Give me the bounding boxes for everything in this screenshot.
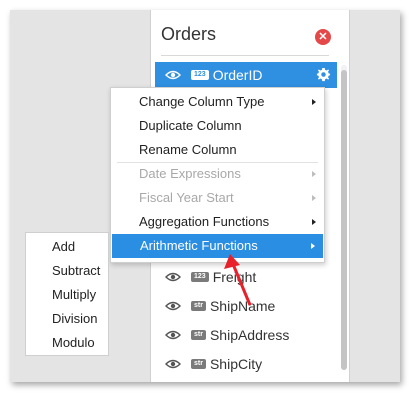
field-name: ShipAddress <box>209 327 290 343</box>
menu-item-label: Fiscal Year Start <box>139 190 234 205</box>
eye-icon[interactable] <box>165 70 181 80</box>
submenu-item-multiply[interactable]: Multiply <box>26 283 108 307</box>
menu-item-duplicate-column[interactable]: Duplicate Column <box>111 114 324 138</box>
chevron-right-icon <box>312 195 316 201</box>
menu-item-change-column-type[interactable]: Change Column Type <box>111 90 324 114</box>
submenu-item-add[interactable]: Add <box>26 235 108 259</box>
scrollbar-thumb[interactable] <box>341 70 347 370</box>
menu-item-arithmetic-functions[interactable]: Arithmetic Functions <box>112 234 323 258</box>
menu-item-label: Change Column Type <box>139 94 265 109</box>
chevron-right-icon <box>311 243 315 249</box>
field-row-orderid[interactable]: 123 OrderID <box>155 62 337 88</box>
menu-item-date-expressions: Date Expressions <box>111 162 324 186</box>
string-type-icon: str <box>191 330 206 340</box>
menu-item-label: Duplicate Column <box>139 118 242 133</box>
chevron-right-icon <box>312 219 316 225</box>
app-frame: Orders ✕ 123 OrderID 123 Freight str Shi… <box>10 10 400 382</box>
eye-icon[interactable] <box>165 272 181 282</box>
field-name: ShipCity <box>209 356 263 372</box>
field-row-shipcity[interactable]: str ShipCity <box>155 351 337 377</box>
menu-item-label: Aggregation Functions <box>139 214 270 229</box>
string-type-icon: str <box>191 301 206 311</box>
field-name: OrderID <box>212 67 263 83</box>
chevron-right-icon <box>312 99 316 105</box>
eye-icon[interactable] <box>165 330 181 340</box>
menu-item-rename-column[interactable]: Rename Column <box>111 138 324 162</box>
field-row-shipaddress[interactable]: str ShipAddress <box>155 322 337 348</box>
menu-item-fiscal-year-start: Fiscal Year Start <box>111 186 324 210</box>
numeric-type-icon: 123 <box>191 272 209 282</box>
submenu-item-division[interactable]: Division <box>26 307 108 331</box>
menu-item-label: Rename Column <box>139 142 237 157</box>
column-context-menu: Change Column Type Duplicate Column Rena… <box>110 87 325 263</box>
gear-icon[interactable] <box>316 67 331 82</box>
eye-icon[interactable] <box>165 301 181 311</box>
close-icon[interactable]: ✕ <box>315 29 331 45</box>
arithmetic-submenu: Add Subtract Multiply Division Modulo <box>25 232 109 356</box>
panel-title: Orders <box>161 24 217 44</box>
numeric-type-icon: 123 <box>191 70 209 80</box>
string-type-icon: str <box>191 359 206 369</box>
menu-item-label: Date Expressions <box>139 166 241 181</box>
eye-icon[interactable] <box>165 359 181 369</box>
submenu-item-subtract[interactable]: Subtract <box>26 259 108 283</box>
menu-item-aggregation-functions[interactable]: Aggregation Functions <box>111 210 324 234</box>
chevron-right-icon <box>312 171 316 177</box>
title-divider <box>161 55 329 56</box>
submenu-item-modulo[interactable]: Modulo <box>26 331 108 355</box>
annotation-arrow-icon <box>224 254 252 306</box>
